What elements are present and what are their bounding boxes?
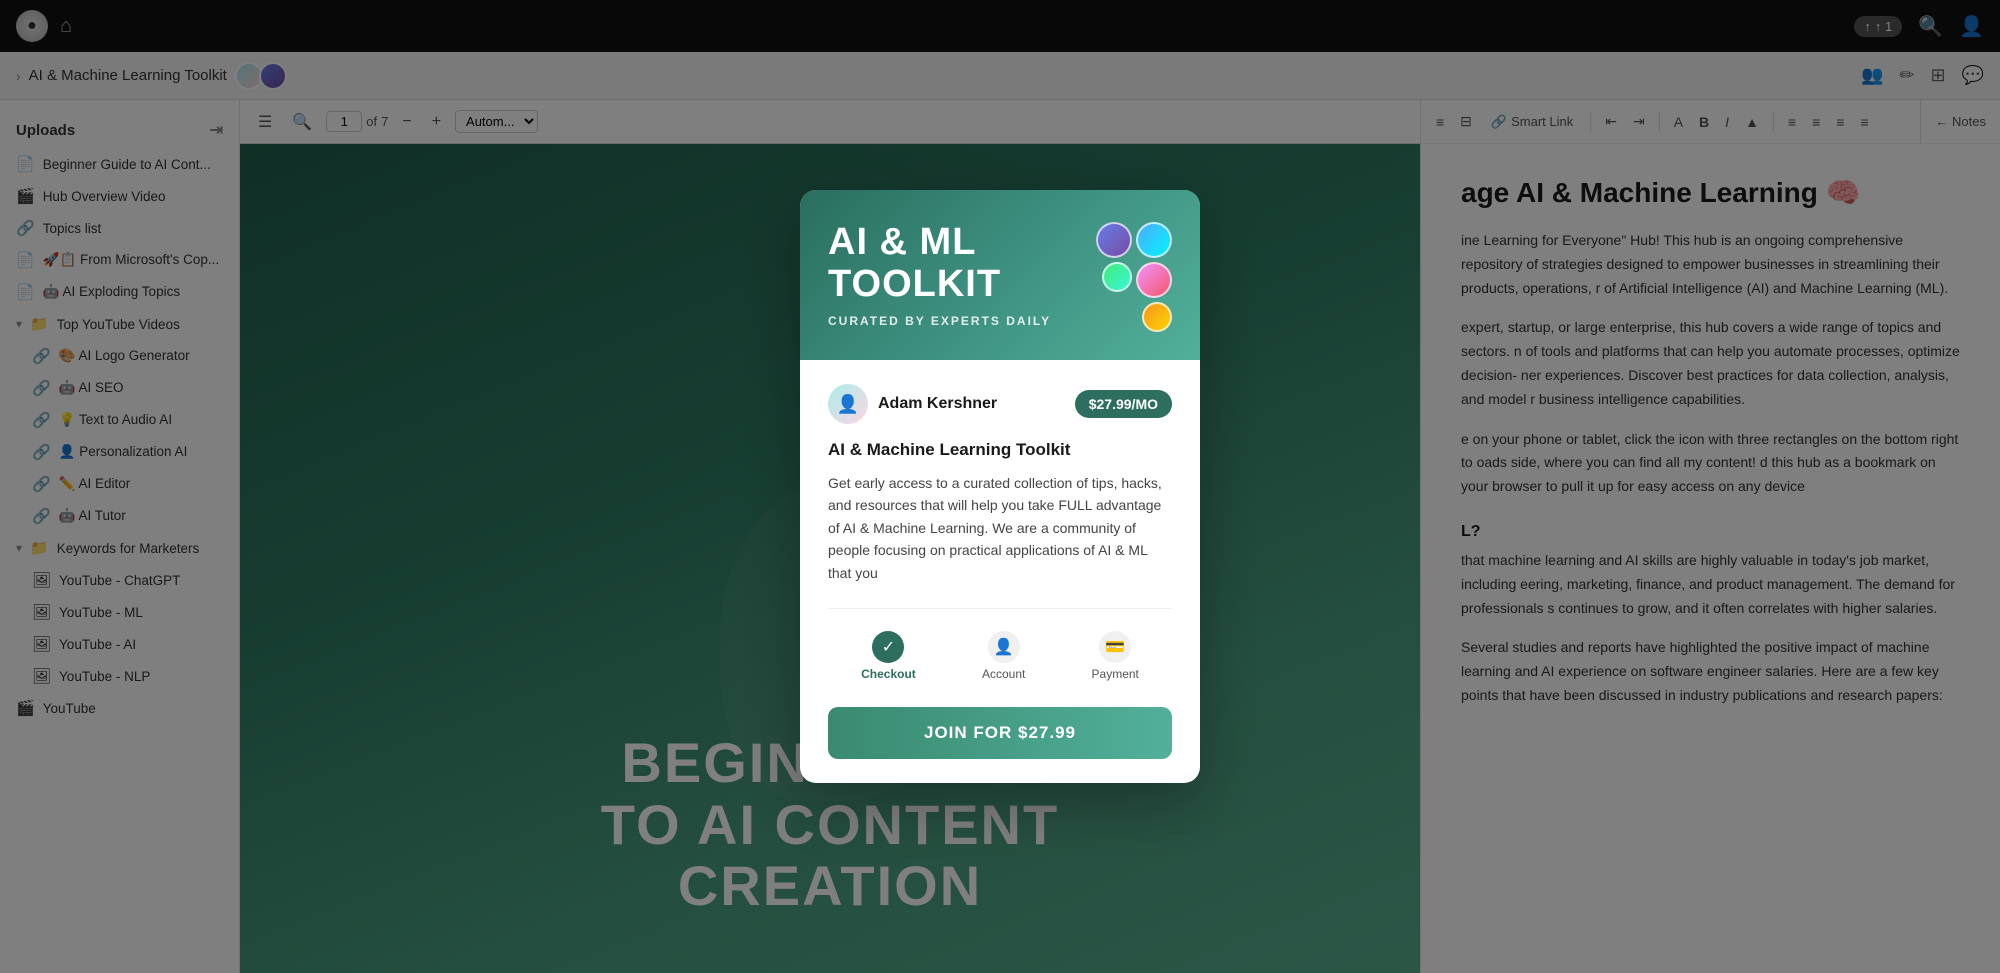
modal-user-avatar: 👤 — [828, 384, 868, 424]
modal-avatar-3 — [1102, 262, 1132, 292]
checkout-label: Checkout — [861, 667, 916, 681]
tab-account[interactable]: 👤 Account — [966, 625, 1041, 687]
modal-user-info: 👤 Adam Kershner — [828, 384, 997, 424]
modal-title-block: AI & ML TOOLKIT CURATED BY EXPERTS DAILY — [828, 222, 1051, 328]
account-label: Account — [982, 667, 1025, 681]
payment-icon: 💳 — [1099, 631, 1131, 663]
tab-checkout[interactable]: ✓ Checkout — [845, 625, 932, 687]
avatar-row-bot — [1142, 302, 1172, 332]
modal-overlay[interactable]: AI & ML TOOLKIT CURATED BY EXPERTS DAILY — [0, 0, 2000, 973]
modal-header: AI & ML TOOLKIT CURATED BY EXPERTS DAILY — [800, 190, 1200, 360]
account-icon: 👤 — [988, 631, 1020, 663]
modal-avatar-2 — [1136, 222, 1172, 258]
modal-user-name: Adam Kershner — [878, 395, 997, 413]
modal-price-badge: $27.99/MO — [1075, 390, 1172, 418]
modal-product-title: AI & Machine Learning Toolkit — [828, 440, 1172, 460]
modal-avatars — [1096, 222, 1172, 332]
modal-tabs: ✓ Checkout 👤 Account 💳 Payment — [828, 608, 1172, 687]
modal-user-row: 👤 Adam Kershner $27.99/MO — [828, 384, 1172, 424]
modal-body: 👤 Adam Kershner $27.99/MO AI & Machine L… — [800, 360, 1200, 783]
modal-description: Get early access to a curated collection… — [828, 472, 1172, 584]
join-button[interactable]: JOIN FOR $27.99 — [828, 707, 1172, 759]
tab-payment[interactable]: 💳 Payment — [1076, 625, 1155, 687]
checkout-icon: ✓ — [872, 631, 904, 663]
payment-modal: AI & ML TOOLKIT CURATED BY EXPERTS DAILY — [800, 190, 1200, 783]
avatar-row-top — [1096, 222, 1172, 258]
modal-subtitle: CURATED BY EXPERTS DAILY — [828, 314, 1051, 328]
modal-avatar-1 — [1096, 222, 1132, 258]
modal-avatar-4 — [1136, 262, 1172, 298]
user-avatar-img: 👤 — [837, 394, 859, 415]
avatar-row-mid — [1102, 262, 1172, 298]
payment-label: Payment — [1092, 667, 1139, 681]
modal-avatar-5 — [1142, 302, 1172, 332]
modal-title: AI & ML TOOLKIT — [828, 222, 1051, 306]
